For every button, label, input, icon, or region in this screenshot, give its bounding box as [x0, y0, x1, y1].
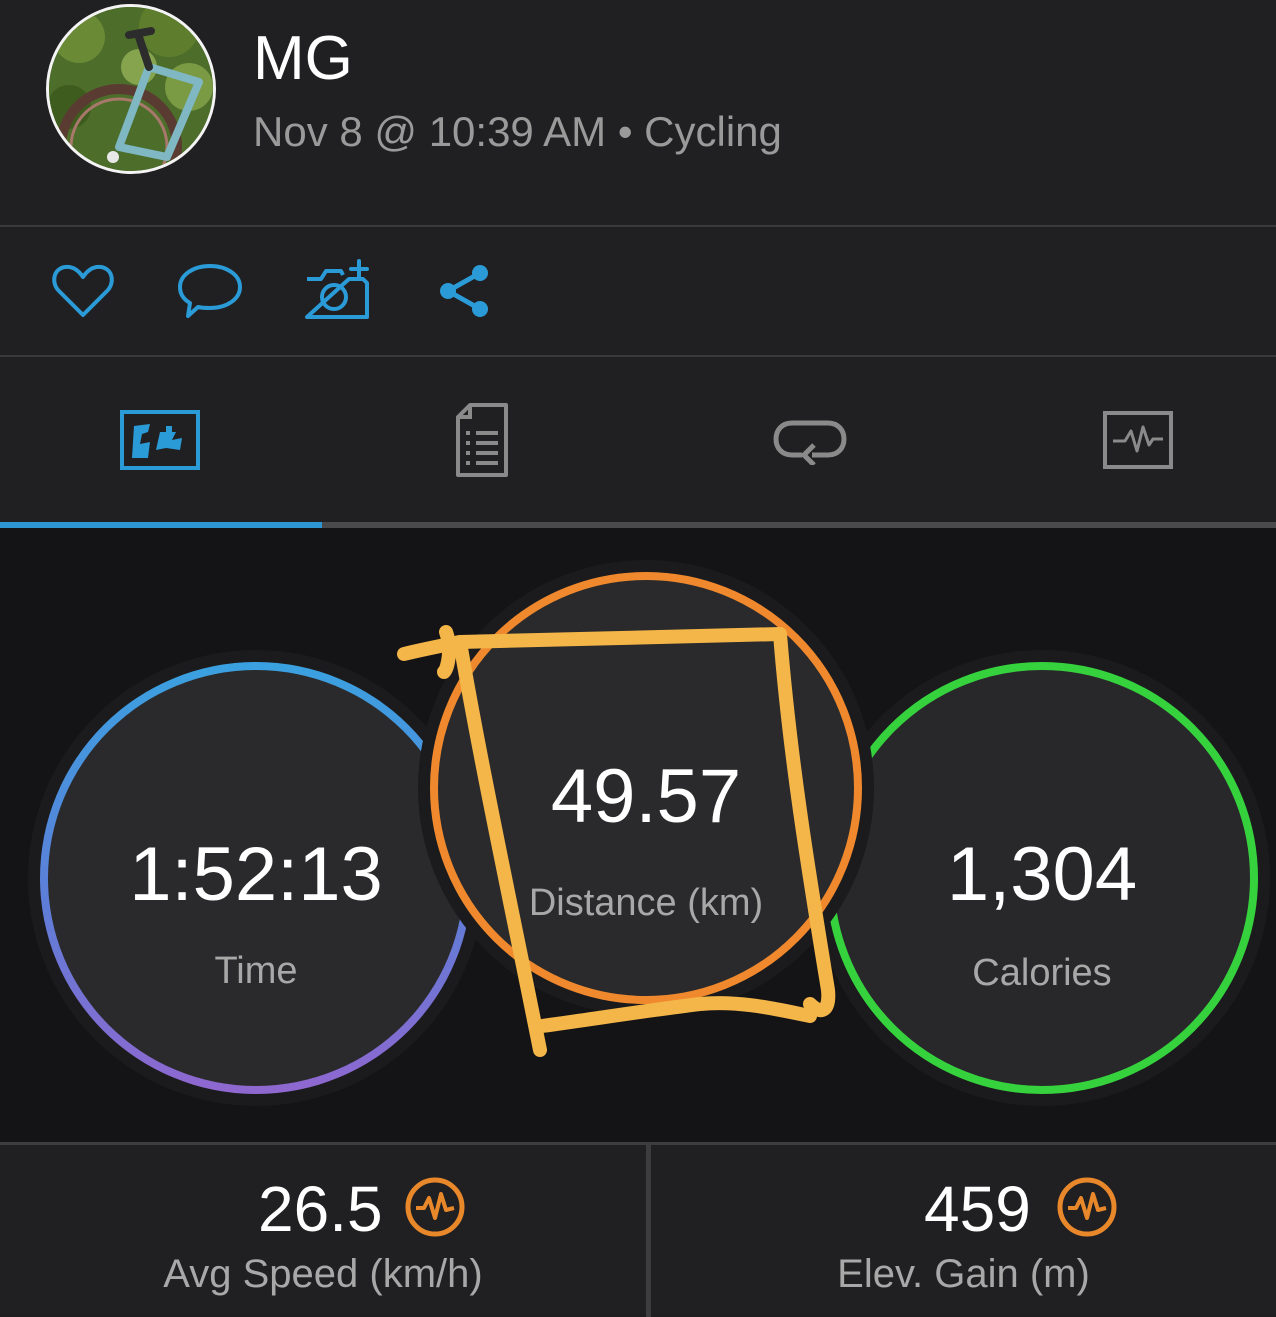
comment-button[interactable] — [174, 258, 246, 324]
social-actions-bar — [0, 228, 1276, 354]
tab-charts[interactable] — [978, 358, 1276, 522]
activity-tabs — [0, 358, 1276, 522]
bicycle-photo-image — [49, 7, 213, 171]
distance-ring[interactable]: 49.57 Distance (km) — [430, 572, 862, 1004]
activity-date-type: Nov 8 @ 10:39 AM • Cycling — [253, 108, 782, 155]
document-list-icon — [455, 403, 508, 477]
heart-icon — [52, 264, 114, 317]
calories-ring[interactable]: 1,304 Calories — [826, 662, 1258, 1094]
activity-header: MG Nov 8 @ 10:39 AM • Cycling — [0, 0, 1276, 226]
avg-speed-value: 26.5 — [258, 1173, 383, 1245]
tab-laps[interactable] — [650, 358, 969, 522]
pulse-badge-icon[interactable] — [404, 1176, 466, 1238]
calories-label: Calories — [972, 952, 1112, 994]
like-button[interactable] — [47, 258, 119, 324]
add-photo-button[interactable] — [301, 258, 373, 324]
stats-overview-icon — [119, 410, 200, 470]
share-icon — [440, 265, 488, 317]
activity-chart-icon — [1102, 411, 1173, 469]
tab-details[interactable] — [322, 358, 641, 522]
time-label: Time — [214, 950, 298, 992]
avatar[interactable] — [46, 4, 216, 174]
laps-loop-icon — [772, 420, 847, 465]
user-name[interactable]: MG — [253, 24, 353, 94]
divider — [0, 225, 1276, 227]
distance-value: 49.57 — [550, 754, 742, 839]
time-value: 1:52:13 — [129, 832, 383, 917]
camera-plus-icon — [305, 259, 369, 319]
divider — [0, 355, 1276, 357]
distance-label: Distance (km) — [528, 882, 764, 924]
stats-summary: 1:52:13 Time 1,304 Calories 49.57 Distan… — [0, 528, 1276, 1142]
time-ring[interactable]: 1:52:13 Time — [40, 662, 472, 1094]
pulse-badge-icon[interactable] — [1056, 1176, 1118, 1238]
calories-value: 1,304 — [946, 832, 1138, 917]
share-button[interactable] — [428, 258, 500, 324]
elev-gain-value: 459 — [924, 1173, 1031, 1245]
tab-overview[interactable] — [0, 358, 319, 522]
speech-bubble-icon — [178, 264, 242, 318]
elev-gain-label: Elev. Gain (m) — [837, 1252, 1090, 1296]
avg-speed-label: Avg Speed (km/h) — [163, 1252, 483, 1296]
